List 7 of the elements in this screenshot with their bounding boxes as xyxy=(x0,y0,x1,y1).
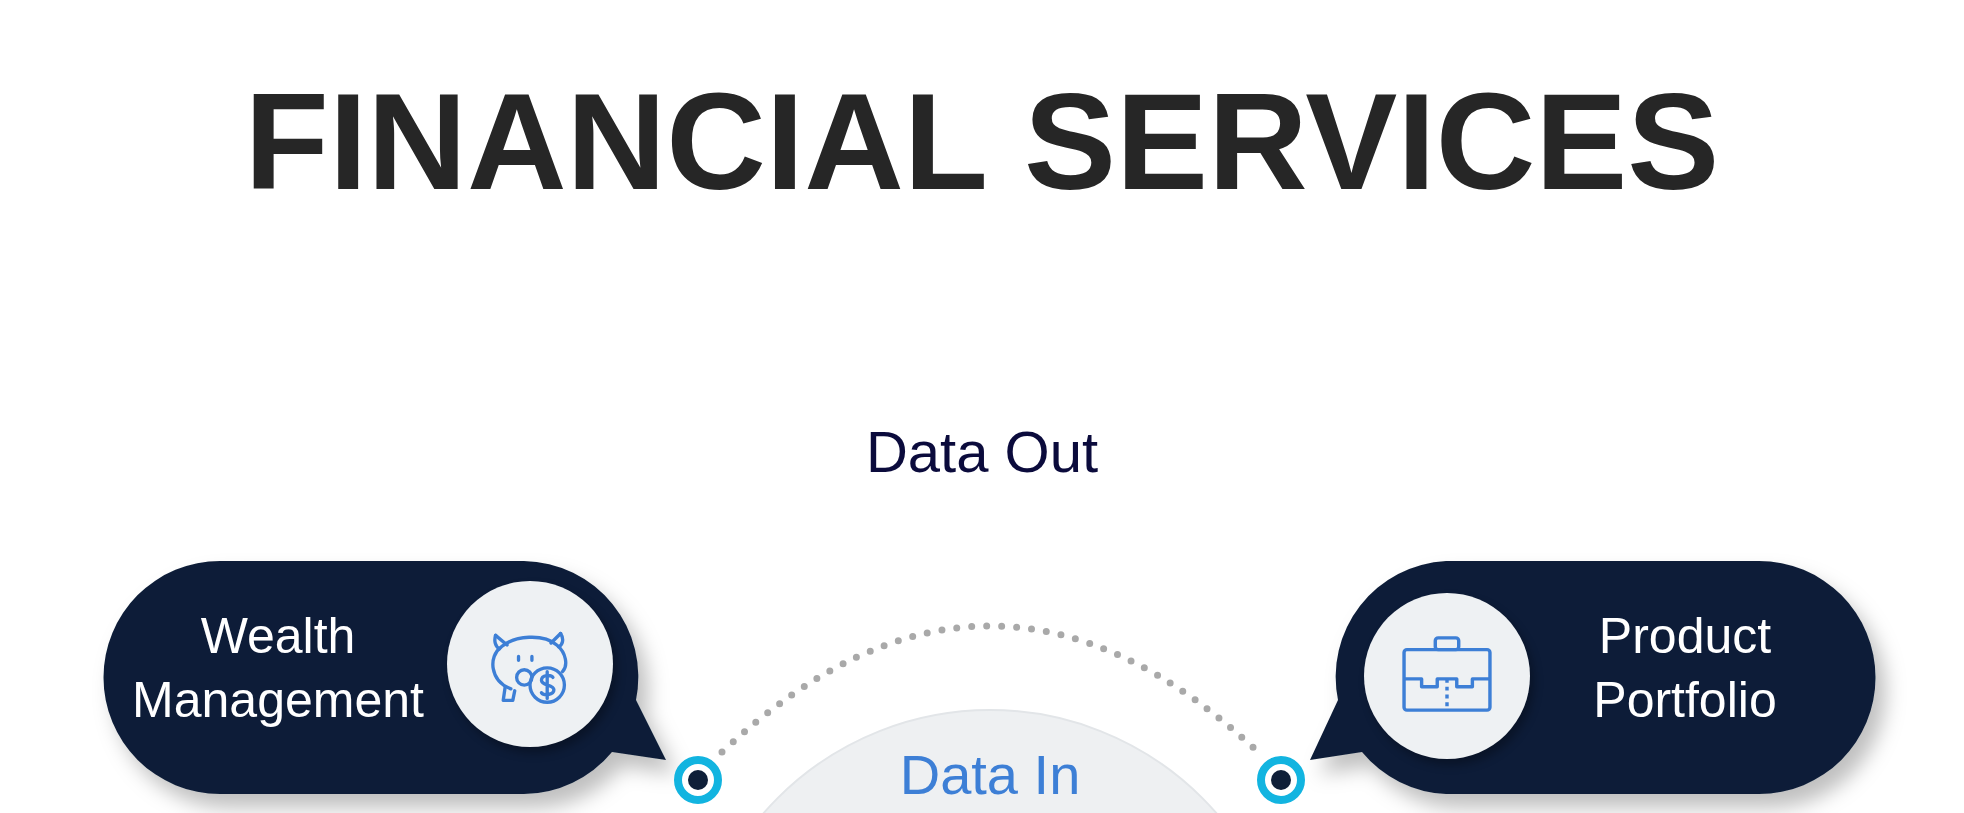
callout-label: Product Portfolio xyxy=(1592,607,1778,730)
connector-ring-icon xyxy=(674,756,722,804)
connector-ring-icon xyxy=(1257,756,1305,804)
callout-label: Wealth Management xyxy=(131,607,425,730)
data-in-label: Data In xyxy=(898,742,1082,807)
page-title: FINANCIAL SERVICES xyxy=(243,63,1721,220)
data-out-label: Data Out xyxy=(864,418,1100,485)
